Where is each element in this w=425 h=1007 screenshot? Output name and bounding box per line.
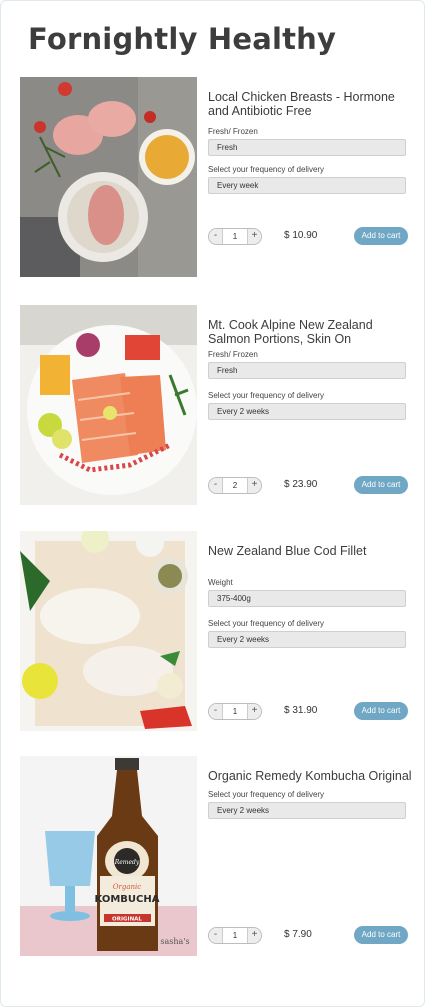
quantity-stepper: - 1 +	[208, 228, 262, 245]
decrease-button[interactable]: -	[209, 928, 223, 943]
product-card-kombucha: Remedy Organic KOMBUCHA ORIGINAL sasha's…	[20, 756, 412, 956]
product-price: $ 31.90	[284, 705, 318, 716]
quantity-stepper: - 1 +	[208, 703, 262, 720]
cart-row: - 1 + $ 31.90 Add to cart	[208, 701, 412, 721]
kombucha-label-top: Organic	[113, 883, 141, 891]
page-title: Fornightly Healthy	[28, 22, 337, 56]
add-to-cart-button[interactable]: Add to cart	[354, 476, 408, 494]
fresh-frozen-select[interactable]: Fresh	[208, 362, 406, 379]
product-name: New Zealand Blue Cod Fillet	[208, 544, 367, 558]
product-image-chicken[interactable]	[20, 77, 197, 277]
quantity-input[interactable]: 1	[223, 229, 247, 244]
cart-row: - 2 + $ 23.90 Add to cart	[208, 475, 412, 495]
decrease-button[interactable]: -	[209, 478, 223, 493]
increase-button[interactable]: +	[247, 928, 261, 943]
quantity-input[interactable]: 1	[223, 704, 247, 719]
product-image-kombucha[interactable]: Remedy Organic KOMBUCHA ORIGINAL sasha's	[20, 756, 197, 956]
cart-row: - 1 + $ 7.90 Add to cart	[208, 925, 412, 945]
kombucha-label-main: KOMBUCHA	[95, 894, 160, 905]
product-name: Organic Remedy Kombucha Original	[208, 769, 412, 783]
product-price: $ 10.90	[284, 230, 318, 241]
option-label: Select your frequency of delivery	[208, 391, 325, 400]
option-label: Fresh/ Frozen	[208, 350, 258, 359]
option-label: Select your frequency of delivery	[208, 790, 325, 799]
product-name: Local Chicken Breasts - Hormone and Anti…	[208, 90, 395, 118]
quantity-input[interactable]: 1	[223, 928, 247, 943]
fresh-frozen-select[interactable]: Fresh	[208, 139, 406, 156]
quantity-input[interactable]: 2	[223, 478, 247, 493]
frequency-select[interactable]: Every 2 weeks	[208, 403, 406, 420]
increase-button[interactable]: +	[247, 704, 261, 719]
kombucha-brand-text: Remedy	[114, 859, 140, 866]
option-label: Select your frequency of delivery	[208, 165, 325, 174]
product-image-salmon[interactable]	[20, 305, 197, 505]
product-card-salmon: Mt. Cook Alpine New Zealand Salmon Porti…	[20, 305, 412, 505]
increase-button[interactable]: +	[247, 478, 261, 493]
add-to-cart-button[interactable]: Add to cart	[354, 926, 408, 944]
kombucha-label-bottom: ORIGINAL	[112, 917, 142, 923]
frequency-select[interactable]: Every 2 weeks	[208, 802, 406, 819]
photo-watermark: sasha's	[160, 937, 189, 946]
decrease-button[interactable]: -	[209, 229, 223, 244]
increase-button[interactable]: +	[247, 229, 261, 244]
product-image-blue-cod[interactable]	[20, 531, 197, 731]
product-name: Mt. Cook Alpine New Zealand Salmon Porti…	[208, 318, 373, 346]
quantity-stepper: - 2 +	[208, 477, 262, 494]
option-label: Select your frequency of delivery	[208, 619, 325, 628]
product-card-chicken: Local Chicken Breasts - Hormone and Anti…	[20, 77, 412, 277]
product-price: $ 7.90	[284, 929, 312, 940]
cart-row: - 1 + $ 10.90 Add to cart	[208, 226, 412, 246]
option-label: Fresh/ Frozen	[208, 127, 258, 136]
quantity-stepper: - 1 +	[208, 927, 262, 944]
product-card-blue-cod: New Zealand Blue Cod Fillet Weight 375-4…	[20, 531, 412, 731]
frequency-select[interactable]: Every week	[208, 177, 406, 194]
product-price: $ 23.90	[284, 479, 318, 490]
weight-select[interactable]: 375-400g	[208, 590, 406, 607]
add-to-cart-button[interactable]: Add to cart	[354, 702, 408, 720]
add-to-cart-button[interactable]: Add to cart	[354, 227, 408, 245]
decrease-button[interactable]: -	[209, 704, 223, 719]
frequency-select[interactable]: Every 2 weeks	[208, 631, 406, 648]
option-label: Weight	[208, 578, 233, 587]
